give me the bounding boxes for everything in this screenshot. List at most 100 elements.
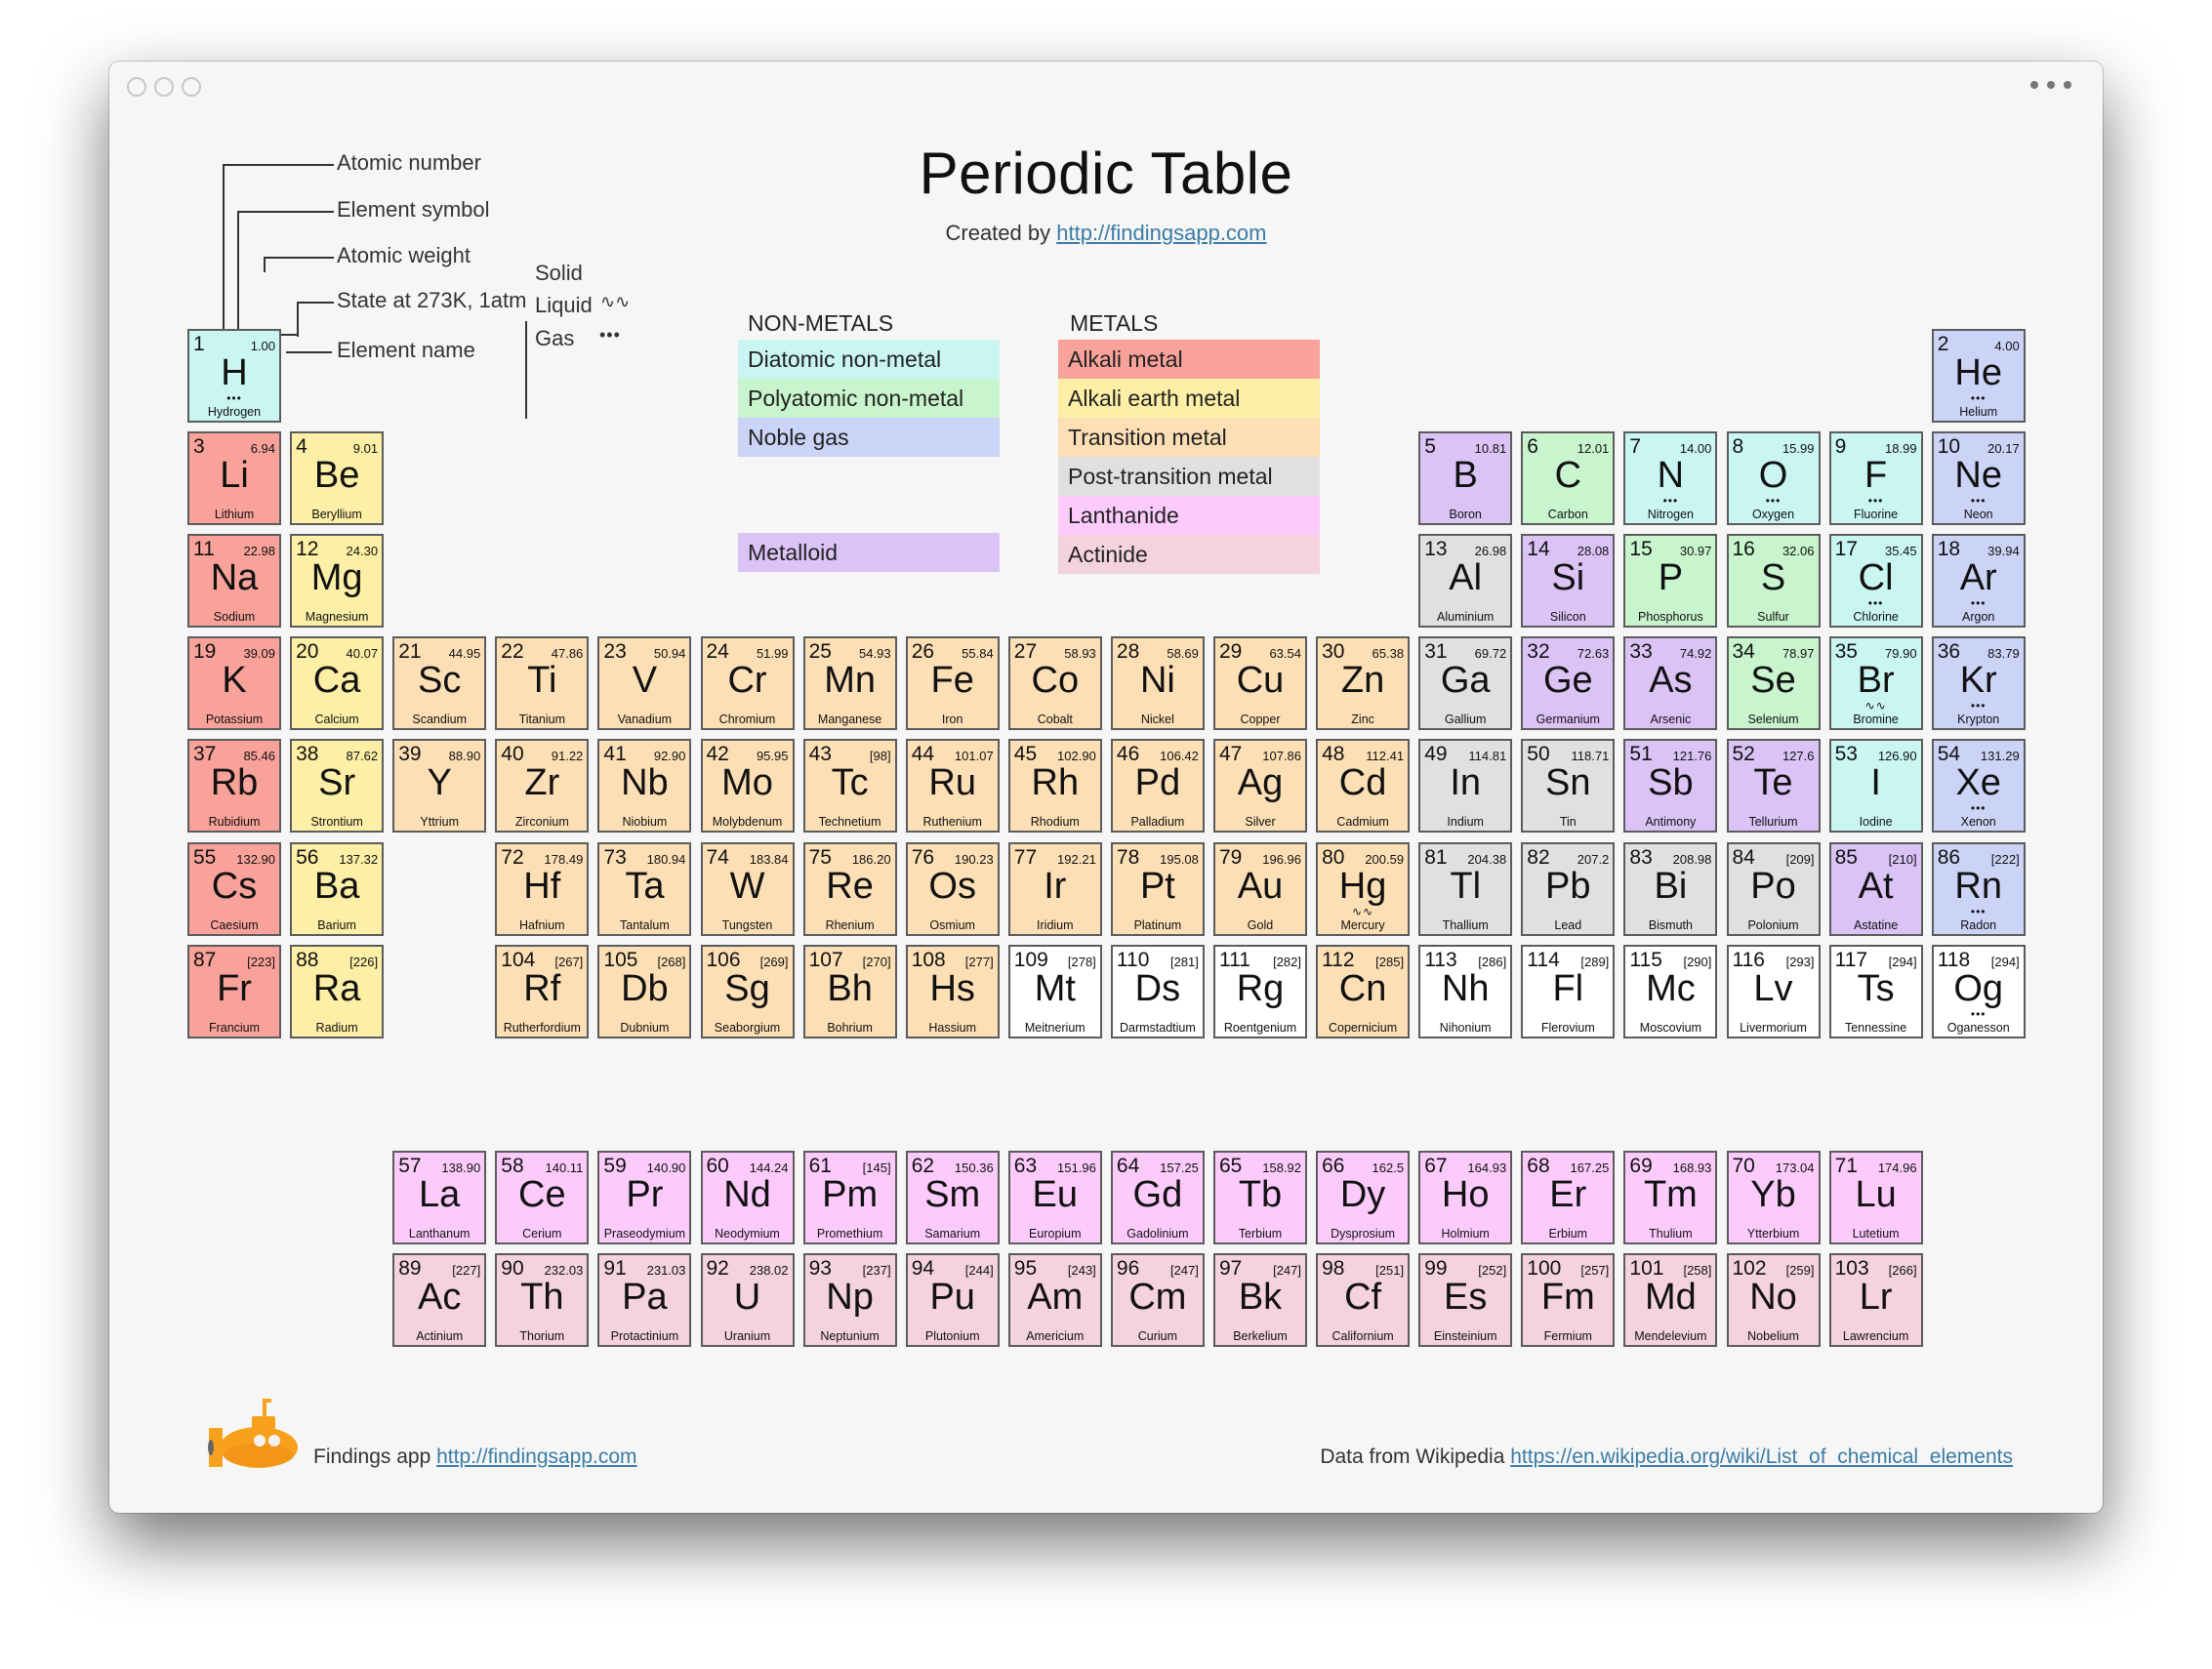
element-cell-ba[interactable]: 56 137.32 Ba Barium (290, 841, 385, 936)
element-cell-po[interactable]: 84 [209] Po Polonium (1726, 841, 1821, 936)
element-cell-fm[interactable]: 100 [257] Fm Fermium (1521, 1253, 1616, 1348)
element-cell-mg[interactable]: 12 24.30 Mg Magnesium (290, 534, 385, 629)
element-cell-ir[interactable]: 77 192.21 Ir Iridium (1007, 841, 1102, 936)
close-window-button[interactable] (127, 77, 146, 97)
element-cell-fr[interactable]: 87 [223] Fr Francium (187, 944, 281, 1038)
element-cell-c[interactable]: 6 12.01 C Carbon (1521, 431, 1616, 526)
element-cell-np[interactable]: 93 [237] Np Neptunium (802, 1253, 897, 1348)
element-cell-cm[interactable]: 96 [247] Cm Curium (1110, 1253, 1205, 1348)
element-cell-si[interactable]: 14 28.08 Si Silicon (1521, 534, 1616, 629)
element-cell-pa[interactable]: 91 231.03 Pa Protactinium (597, 1253, 692, 1348)
element-cell-ar[interactable]: 18 39.94 Ar Argon ••• (1931, 534, 2026, 629)
element-cell-b[interactable]: 5 10.81 B Boron (1418, 431, 1513, 526)
element-cell-k[interactable]: 19 39.09 K Potassium (187, 636, 281, 731)
element-cell-mc[interactable]: 115 [290] Mc Moscovium (1623, 944, 1718, 1038)
element-cell-os[interactable]: 76 190.23 Os Osmium (905, 841, 1000, 936)
element-cell-cr[interactable]: 24 51.99 Cr Chromium (700, 636, 795, 731)
element-cell-nd[interactable]: 60 144.24 Nd Neodymium (700, 1151, 795, 1244)
element-cell-gd[interactable]: 64 157.25 Gd Gadolinium (1110, 1151, 1205, 1244)
element-cell-eu[interactable]: 63 151.96 Eu Europium (1007, 1151, 1102, 1244)
element-cell-li[interactable]: 3 6.94 Li Lithium (187, 431, 281, 526)
element-cell-h[interactable]: 1 1.00 H Hydrogen ••• (187, 329, 281, 423)
element-cell-sb[interactable]: 51 121.76 Sb Antimony (1623, 739, 1718, 834)
element-cell-tm[interactable]: 69 168.93 Tm Thulium (1623, 1151, 1718, 1244)
element-cell-ts[interactable]: 117 [294] Ts Tennessine (1828, 944, 1923, 1038)
element-cell-au[interactable]: 79 196.96 Au Gold (1213, 841, 1307, 936)
footer-app-link[interactable]: http://findingsapp.com (436, 1445, 636, 1468)
element-cell-ge[interactable]: 32 72.63 Ge Germanium (1521, 636, 1616, 731)
element-cell-ac[interactable]: 89 [227] Ac Actinium (392, 1253, 487, 1348)
element-cell-bh[interactable]: 107 [270] Bh Bohrium (802, 944, 897, 1038)
element-cell-w[interactable]: 74 183.84 W Tungsten (700, 841, 795, 936)
element-cell-sm[interactable]: 62 150.36 Sm Samarium (905, 1151, 1000, 1244)
element-cell-sr[interactable]: 38 87.62 Sr Strontium (290, 739, 385, 834)
element-cell-mt[interactable]: 109 [278] Mt Meitnerium (1007, 944, 1102, 1038)
element-cell-ag[interactable]: 47 107.86 Ag Silver (1213, 739, 1307, 834)
zoom-window-button[interactable] (182, 77, 201, 97)
element-cell-ne[interactable]: 10 20.17 Ne Neon ••• (1931, 431, 2026, 526)
element-cell-lr[interactable]: 103 [266] Lr Lawrencium (1828, 1253, 1923, 1348)
element-cell-cd[interactable]: 48 112.41 Cd Cadmium (1316, 739, 1411, 834)
element-cell-lu[interactable]: 71 174.96 Lu Lutetium (1828, 1151, 1923, 1244)
element-cell-er[interactable]: 68 167.25 Er Erbium (1521, 1151, 1616, 1244)
element-cell-rg[interactable]: 111 [282] Rg Roentgenium (1213, 944, 1307, 1038)
element-cell-ru[interactable]: 44 101.07 Ru Ruthenium (905, 739, 1000, 834)
element-cell-pm[interactable]: 61 [145] Pm Promethium (802, 1151, 897, 1244)
element-cell-br[interactable]: 35 79.90 Br Bromine ∿∿ (1828, 636, 1923, 731)
element-cell-dy[interactable]: 66 162.5 Dy Dysprosium (1316, 1151, 1411, 1244)
element-cell-es[interactable]: 99 [252] Es Einsteinium (1418, 1253, 1513, 1348)
element-cell-ho[interactable]: 67 164.93 Ho Holmium (1418, 1151, 1513, 1244)
element-cell-na[interactable]: 11 22.98 Na Sodium (187, 534, 281, 629)
element-cell-th[interactable]: 90 232.03 Th Thorium (495, 1253, 590, 1348)
element-cell-no[interactable]: 102 [259] No Nobelium (1726, 1253, 1821, 1348)
element-cell-pr[interactable]: 59 140.90 Pr Praseodymium (597, 1151, 692, 1244)
element-cell-am[interactable]: 95 [243] Am Americium (1007, 1253, 1102, 1348)
element-cell-as[interactable]: 33 74.92 As Arsenic (1623, 636, 1718, 731)
element-cell-i[interactable]: 53 126.90 I Iodine (1828, 739, 1923, 834)
element-cell-cf[interactable]: 98 [251] Cf Californium (1316, 1253, 1411, 1348)
element-cell-y[interactable]: 39 88.90 Y Yttrium (392, 739, 487, 834)
minimize-window-button[interactable] (154, 77, 174, 97)
element-cell-fl[interactable]: 114 [289] Fl Flerovium (1521, 944, 1616, 1038)
element-cell-bi[interactable]: 83 208.98 Bi Bismuth (1623, 841, 1718, 936)
element-cell-tb[interactable]: 65 158.92 Tb Terbium (1213, 1151, 1307, 1244)
element-cell-nb[interactable]: 41 92.90 Nb Niobium (597, 739, 692, 834)
element-cell-ni[interactable]: 28 58.69 Ni Nickel (1110, 636, 1205, 731)
element-cell-v[interactable]: 23 50.94 V Vanadium (597, 636, 692, 731)
element-cell-ca[interactable]: 20 40.07 Ca Calcium (290, 636, 385, 731)
element-cell-zn[interactable]: 30 65.38 Zn Zinc (1316, 636, 1411, 731)
element-cell-hf[interactable]: 72 178.49 Hf Hafnium (495, 841, 590, 936)
element-cell-ds[interactable]: 110 [281] Ds Darmstadtium (1110, 944, 1205, 1038)
element-cell-hs[interactable]: 108 [277] Hs Hassium (905, 944, 1000, 1038)
element-cell-nh[interactable]: 113 [286] Nh Nihonium (1418, 944, 1513, 1038)
element-cell-pu[interactable]: 94 [244] Pu Plutonium (905, 1253, 1000, 1348)
element-cell-ti[interactable]: 22 47.86 Ti Titanium (495, 636, 590, 731)
element-cell-cs[interactable]: 55 132.90 Cs Caesium (187, 841, 281, 936)
element-cell-u[interactable]: 92 238.02 U Uranium (700, 1253, 795, 1348)
element-cell-xe[interactable]: 54 131.29 Xe Xenon ••• (1931, 739, 2026, 834)
element-cell-ce[interactable]: 58 140.11 Ce Cerium (495, 1151, 590, 1244)
element-cell-rn[interactable]: 86 [222] Rn Radon ••• (1931, 841, 2026, 936)
element-cell-pd[interactable]: 46 106.42 Pd Palladium (1110, 739, 1205, 834)
element-cell-al[interactable]: 13 26.98 Al Aluminium (1418, 534, 1513, 629)
element-cell-cl[interactable]: 17 35.45 Cl Chlorine ••• (1828, 534, 1923, 629)
element-cell-be[interactable]: 4 9.01 Be Beryllium (290, 431, 385, 526)
element-cell-pt[interactable]: 78 195.08 Pt Platinum (1110, 841, 1205, 936)
element-cell-ra[interactable]: 88 [226] Ra Radium (290, 944, 385, 1038)
element-cell-te[interactable]: 52 127.6 Te Tellurium (1726, 739, 1821, 834)
element-cell-cu[interactable]: 29 63.54 Cu Copper (1213, 636, 1307, 731)
element-cell-s[interactable]: 16 32.06 S Sulfur (1726, 534, 1821, 629)
element-cell-in[interactable]: 49 114.81 In Indium (1418, 739, 1513, 834)
element-cell-cn[interactable]: 112 [285] Cn Copernicium (1316, 944, 1411, 1038)
element-cell-md[interactable]: 101 [258] Md Mendelevium (1623, 1253, 1718, 1348)
element-cell-lv[interactable]: 116 [293] Lv Livermorium (1726, 944, 1821, 1038)
element-cell-se[interactable]: 34 78.97 Se Selenium (1726, 636, 1821, 731)
element-cell-ta[interactable]: 73 180.94 Ta Tantalum (597, 841, 692, 936)
element-cell-co[interactable]: 27 58.93 Co Cobalt (1007, 636, 1102, 731)
element-cell-f[interactable]: 9 18.99 F Fluorine ••• (1828, 431, 1923, 526)
element-cell-yb[interactable]: 70 173.04 Yb Ytterbium (1726, 1151, 1821, 1244)
element-cell-bk[interactable]: 97 [247] Bk Berkelium (1213, 1253, 1307, 1348)
element-cell-fe[interactable]: 26 55.84 Fe Iron (905, 636, 1000, 731)
element-cell-sn[interactable]: 50 118.71 Sn Tin (1521, 739, 1616, 834)
element-cell-mo[interactable]: 42 95.95 Mo Molybdenum (700, 739, 795, 834)
